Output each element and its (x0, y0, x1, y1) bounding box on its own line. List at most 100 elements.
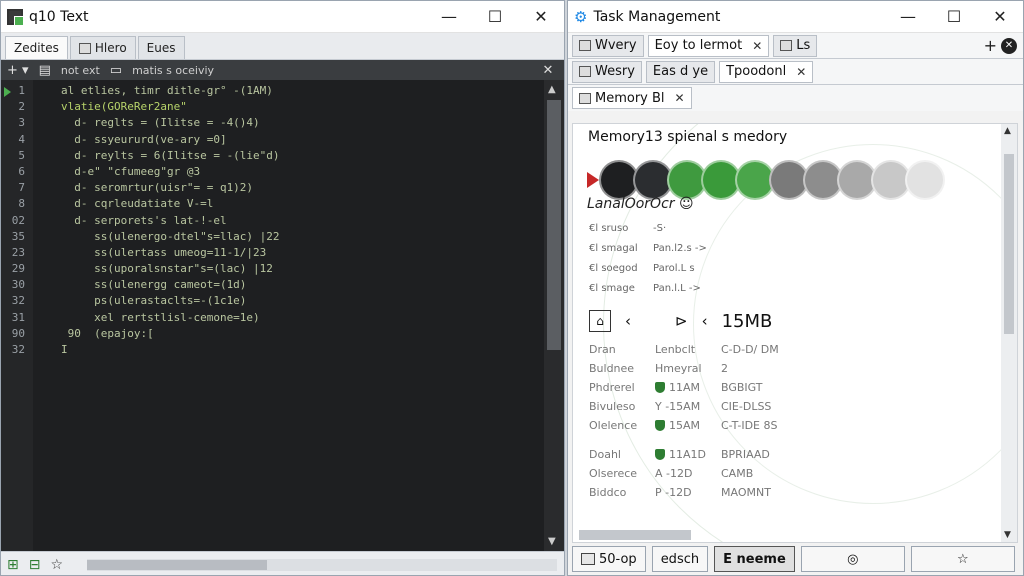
tab-ls[interactable]: Ls (773, 34, 818, 57)
code-line[interactable]: ss(ulertass umeog=11-1/|23 (61, 246, 544, 262)
toolbar-item[interactable]: matis s oceiviy (132, 64, 214, 77)
table-cell: Lenbclt (655, 343, 696, 356)
code-line[interactable]: al etlies, timr ditle-gr° -(1AM) (61, 84, 544, 100)
forward-icon[interactable]: ⊳ (675, 312, 688, 330)
line-number: 4 (18, 132, 25, 146)
add-tab-icon[interactable]: + (984, 36, 997, 55)
minimize-button[interactable]: — (885, 1, 931, 33)
code-editor[interactable]: 1 2 3 4 5 6 7 8 02 35 23 29 30 32 31 90 32 al etlies, ti… (1, 80, 564, 551)
code-line[interactable]: d- reglts = (Ilitse = -4()4) (61, 116, 544, 132)
tab-row-2: Wesry Eas d ye Tpoodonl ✕ (568, 59, 1023, 85)
close-button[interactable]: ✕ (977, 1, 1023, 33)
table-row: Bivuleso Y -15AM CIE-DLSS (589, 397, 811, 416)
code-line[interactable]: ss(uporalsnstar"s=(lac) |12 (61, 262, 544, 278)
tab-memory[interactable]: Memory Bl ✕ (572, 87, 692, 109)
table-cell: Buldnee (589, 362, 635, 375)
text-editor-window: q10 Text — ☐ ✕ Zedites Hlero Eues + ▾ ▤ … (0, 0, 565, 576)
tab-tpoodonl[interactable]: Tpoodonl ✕ (719, 60, 814, 83)
button-e-neeme[interactable]: E neeme (714, 546, 795, 572)
tab-row-3: Memory Bl ✕ (568, 85, 1023, 111)
maximize-button[interactable]: ☐ (472, 1, 518, 33)
code-line[interactable]: d-e" "cfumeeg"gr @3 (61, 165, 544, 181)
shield-icon (655, 449, 665, 460)
editor-titlebar: q10 Text — ☐ ✕ (1, 1, 564, 33)
close-panel-icon[interactable]: ✕ (538, 63, 558, 78)
close-button[interactable]: ✕ (518, 1, 564, 33)
memory-dots-row (587, 160, 945, 200)
star-icon[interactable]: ☆ (50, 557, 63, 573)
close-tab-icon[interactable]: ✕ (675, 91, 685, 105)
scrollbar-thumb[interactable] (1004, 154, 1014, 334)
scroll-up-icon[interactable]: ▲ (1004, 126, 1011, 136)
code-line[interactable]: d- serporets's lat-!-el (61, 214, 544, 230)
code-line[interactable]: xel rertstlisl-cemone=1e) (61, 311, 544, 327)
code-line[interactable]: d- seromrtur(uisr"= = q1)2) (61, 181, 544, 197)
line-number: 1 (1, 84, 33, 100)
code-line[interactable]: vlatie(GOReRer2ane" (61, 100, 544, 116)
toolbar-item[interactable]: not ext (61, 64, 100, 77)
editor-horizontal-scrollbar[interactable] (87, 558, 558, 571)
maximize-button[interactable]: ☐ (931, 1, 977, 33)
close-circle-icon[interactable]: ✕ (1001, 37, 1017, 54)
memory-panel: Memory13 spienal s medory LanalOorOcr ☺ … (572, 123, 1018, 543)
tab-eoy-to-lermot[interactable]: Eoy to lermot ✕ (647, 34, 770, 57)
list-item: €l smage Pan.l.L -> (589, 278, 707, 298)
list-item: €l soegod Parol.L s (589, 258, 707, 278)
table-cell: BGBIGT (721, 381, 763, 394)
scroll-down-icon[interactable]: ▼ (1004, 530, 1011, 540)
scroll-up-icon[interactable]: ▲ (548, 84, 556, 95)
button-label: E neeme (723, 551, 786, 567)
code-line[interactable]: d- ssyeururd(ve-ary =0] (61, 133, 544, 149)
line-number: 23 (11, 245, 25, 259)
split-icon[interactable]: ⊟ (29, 557, 41, 573)
panel-vertical-scrollbar[interactable]: ▲ ▼ (1001, 124, 1017, 542)
table-cell: C-D-D/ DM (721, 343, 779, 356)
table-cell: Dran (589, 343, 616, 356)
star-button[interactable]: ☆ (910, 546, 1015, 572)
tab-wesry[interactable]: Wesry (572, 60, 642, 83)
table-cell-text: 11AM (669, 381, 701, 394)
list-cell: Parol.L s (653, 262, 695, 274)
tab-label: Zedites (14, 41, 59, 55)
code-line[interactable]: d- cqrleudatiate V-=l (61, 197, 544, 213)
code-area[interactable]: al etlies, timr ditle-gr° -(1AM) vlatie(G… (33, 80, 544, 551)
task-titlebar: ⚙ Task Management — ☐ ✕ (568, 1, 1023, 33)
scrollbar-thumb[interactable] (547, 100, 561, 350)
home-icon[interactable]: ⌂ (589, 310, 611, 332)
code-line[interactable]: ss(ulenergg cameot=(1d) (61, 278, 544, 294)
back-icon[interactable]: ‹ (702, 312, 708, 330)
target-button[interactable]: ◎ (800, 546, 905, 572)
tree-icon[interactable]: ⊞ (7, 557, 19, 573)
code-line[interactable]: ss(ulenergo-dtel"s=llac) |22 (61, 230, 544, 246)
table-cell: CAMB (721, 467, 754, 480)
tab-label: Eas d ye (652, 64, 709, 79)
tab-label: Wesry (595, 64, 635, 79)
back-icon[interactable]: ‹ (625, 312, 631, 330)
file-icon[interactable]: ▭ (110, 63, 122, 78)
code-line[interactable]: I (61, 343, 544, 359)
add-icon[interactable]: + ▾ (7, 63, 29, 78)
list-cell: €l smage (589, 282, 635, 294)
list-cell: -S· (653, 222, 667, 234)
button-edsch[interactable]: edsch (651, 546, 709, 572)
tab-hero[interactable]: Hlero (69, 36, 136, 59)
button-50-op[interactable]: 50-op (572, 546, 646, 572)
scroll-down-icon[interactable]: ▼ (548, 536, 556, 547)
close-tab-icon[interactable]: ✕ (796, 65, 806, 79)
tab-edites[interactable]: Zedites (5, 36, 68, 59)
tab-wvery[interactable]: Wvery (572, 34, 644, 57)
tab-eues[interactable]: Eues (137, 36, 185, 59)
panel-horizontal-scrollbar[interactable] (579, 530, 691, 540)
play-icon[interactable] (587, 172, 599, 188)
code-line[interactable]: d- reylts = 6(Ilitse = -(lie"d) (61, 149, 544, 165)
tab-eas-d-ye[interactable]: Eas d ye (645, 60, 716, 83)
document-icon[interactable]: ▤ (39, 63, 51, 78)
code-line[interactable]: ps(ulerastaclts=-(1c1e) (61, 294, 544, 310)
editor-vertical-scrollbar[interactable]: ▲ ▼ (544, 80, 564, 551)
line-number: 6 (18, 164, 25, 178)
close-tab-icon[interactable]: ✕ (752, 39, 762, 53)
minimize-button[interactable]: — (426, 1, 472, 33)
table-row: Biddco P -12D MAOMNT (589, 483, 811, 502)
code-line[interactable]: 90 (epajoy:[ (61, 327, 544, 343)
scrollbar-thumb[interactable] (87, 559, 268, 570)
